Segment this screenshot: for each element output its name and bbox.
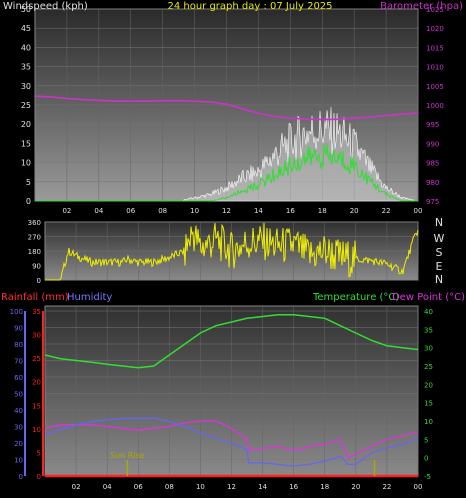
rain-tick-label: 25 (32, 355, 41, 363)
y-tick-label: 0 (26, 197, 31, 206)
y2-tick-label: 990 (426, 140, 439, 148)
temp-tick-label: 35 (424, 326, 433, 334)
humidity-tick-label: 20 (14, 440, 23, 448)
humidity-tick-label: 70 (14, 358, 23, 366)
humidity-tick-label: 60 (14, 374, 23, 382)
temp-tick-label: 0 (424, 455, 428, 463)
x-tick-label: 10 (196, 483, 205, 491)
humidity-axis-label: Humidity (67, 292, 112, 303)
x-tick-label: 06 (126, 207, 135, 215)
y2-tick-label: 980 (426, 179, 439, 187)
x-tick-label: 08 (158, 207, 167, 215)
x-tick-label: 02 (62, 207, 71, 215)
humidity-tick-label: 10 (14, 457, 23, 465)
x-tick-label: 12 (222, 207, 231, 215)
temp-tick-label: 20 (424, 381, 433, 389)
temperature-panel: Sun Rise 0510152025303501020304050607080… (1, 292, 465, 491)
y-tick-label: 10 (21, 159, 31, 168)
y-tick-label: 5 (26, 178, 31, 187)
y2-tick-label: 1020 (426, 25, 444, 33)
page-title: 24 hour graph day : 07 July 2025 (167, 1, 332, 12)
y2-tick-label: 1010 (426, 64, 444, 72)
y-tick-label: 180 (28, 248, 41, 256)
y-tick-label: 15 (21, 139, 31, 148)
weather-graphs: 0510152025303540455097598098599099510001… (1, 1, 465, 491)
temp-tick-label: 15 (424, 400, 433, 408)
y-tick-label: 360 (28, 219, 41, 227)
y2-tick-label: 1000 (426, 102, 444, 110)
x-tick-label: 18 (318, 207, 327, 215)
y-tick-label: 25 (21, 101, 31, 110)
x-tick-label: 10 (190, 207, 199, 215)
y-tick-label: 0 (37, 277, 41, 285)
x-tick-label: 00 (414, 483, 423, 491)
x-tick-label: 12 (227, 483, 236, 491)
compass-label: S (436, 246, 443, 259)
temp-tick-label: 10 (424, 418, 433, 426)
compass-label: N (435, 216, 443, 229)
x-tick-label: 16 (289, 483, 298, 491)
y2-tick-label: 1015 (426, 44, 444, 52)
direction-axes: 0 90 180 270 360 (28, 219, 41, 285)
x-tick-label: 08 (165, 483, 174, 491)
rain-tick-label: 15 (32, 402, 41, 410)
humidity-tick-label: 80 (14, 341, 23, 349)
y-tick-label: 35 (21, 63, 31, 72)
humidity-tick-label: 50 (14, 391, 23, 399)
y-tick-label: 45 (21, 24, 31, 33)
x-tick-label: 02 (72, 483, 81, 491)
compass-label: N (435, 273, 443, 286)
rain-tick-label: 0 (37, 473, 41, 481)
x-tick-label: 04 (103, 483, 112, 491)
y-tick-label: 270 (28, 234, 41, 242)
rain-tick-label: 20 (32, 379, 41, 387)
rain-tick-label: 30 (32, 332, 41, 340)
x-tick-label: 22 (382, 207, 391, 215)
temp-tick-label: 25 (424, 363, 433, 371)
rain-tick-label: 5 (37, 449, 41, 457)
rain-tick-label: 10 (32, 426, 41, 434)
temp-tick-label: 30 (424, 345, 433, 353)
dew-point-axis-label: Dew Point (°C) (392, 292, 465, 303)
x-tick-label: 18 (320, 483, 329, 491)
x-tick-label: 06 (134, 483, 143, 491)
y2-tick-label: 995 (426, 121, 439, 129)
x-tick-label: 14 (254, 207, 263, 215)
temperature-axis-label: Temperature (°C) (312, 292, 399, 303)
rain-tick-label: 35 (32, 308, 41, 316)
barometer-axis-label: Barometer (hpa) (380, 1, 463, 12)
wind-barometer-panel: 0510152025303540455097598098599099510001… (3, 1, 463, 215)
windspeed-axis-label: Windspeed (kph) (3, 1, 88, 12)
x-tick-label: 20 (350, 207, 359, 215)
temp-tick-label: 5 (424, 436, 428, 444)
humidity-tick-label: 90 (14, 325, 23, 333)
humidity-tick-label: 40 (14, 407, 23, 415)
x-tick-label: 16 (286, 207, 295, 215)
sun-marker-label: Sun Rise (110, 451, 145, 460)
compass-label: W (434, 232, 445, 245)
x-tick-label: 14 (258, 483, 267, 491)
wind-direction-panel: 0 90 180 270 360 N W S E N (28, 216, 445, 286)
x-tick-label: 04 (94, 207, 103, 215)
temp-tick-label: 40 (424, 308, 433, 316)
y2-tick-label: 1005 (426, 83, 444, 91)
humidity-tick-label: 100 (10, 308, 23, 316)
y2-tick-label: 985 (426, 160, 439, 168)
y-tick-label: 40 (21, 43, 31, 52)
x-tick-label: 22 (382, 483, 391, 491)
y2-tick-label: 975 (426, 198, 439, 206)
y-tick-label: 20 (21, 120, 31, 129)
y-tick-label: 30 (21, 82, 31, 91)
humidity-tick-label: 30 (14, 424, 23, 432)
y-tick-label: 90 (32, 263, 41, 271)
x-tick-label: 20 (351, 483, 360, 491)
compass-labels: N W S E N (434, 216, 445, 286)
temp-tick-label: -5 (424, 473, 431, 481)
humidity-tick-label: 0 (19, 473, 23, 481)
rainfall-axis-label: Rainfall (mm) (1, 292, 69, 303)
x-tick-label: 00 (414, 207, 423, 215)
compass-label: E (436, 260, 443, 273)
